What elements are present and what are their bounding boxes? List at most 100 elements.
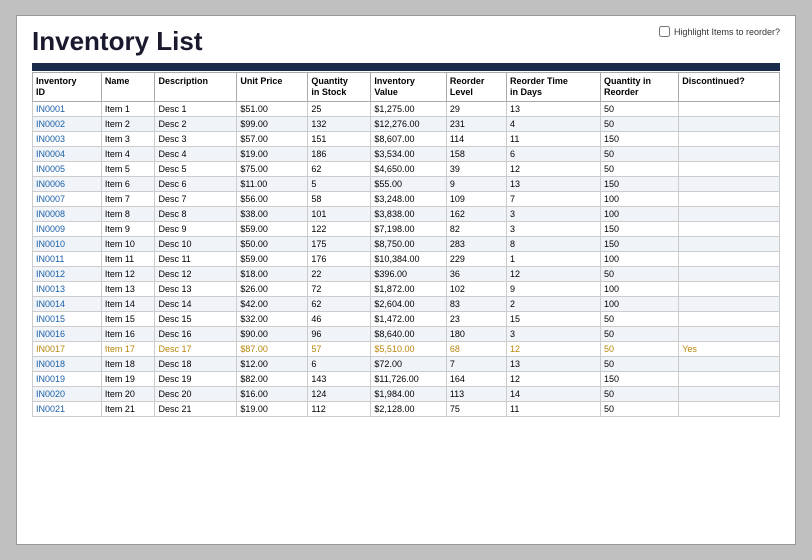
table-cell: 12	[506, 161, 600, 176]
table-cell: IN0020	[33, 386, 102, 401]
table-cell: Item 1	[101, 101, 155, 116]
table-cell: 50	[600, 311, 678, 326]
table-row: IN0021Item 21Desc 21$19.00112$2,128.0075…	[33, 401, 780, 416]
highlight-checkbox-input[interactable]	[659, 26, 670, 37]
table-cell: Item 20	[101, 386, 155, 401]
table-cell: Desc 6	[155, 176, 237, 191]
table-cell: Desc 4	[155, 146, 237, 161]
table-cell: IN0001	[33, 101, 102, 116]
table-cell: 39	[446, 161, 506, 176]
table-cell: 50	[600, 341, 678, 356]
table-cell: 72	[308, 281, 371, 296]
table-cell: $26.00	[237, 281, 308, 296]
table-cell: $7,198.00	[371, 221, 446, 236]
table-cell: Desc 12	[155, 266, 237, 281]
table-cell: $4,650.00	[371, 161, 446, 176]
table-row: IN0015Item 15Desc 15$32.0046$1,472.00231…	[33, 311, 780, 326]
table-cell: 158	[446, 146, 506, 161]
table-row: IN0005Item 5Desc 5$75.0062$4,650.0039125…	[33, 161, 780, 176]
table-cell: Desc 7	[155, 191, 237, 206]
table-cell: Item 3	[101, 131, 155, 146]
col-desc: Description	[155, 73, 237, 102]
table-cell: 50	[600, 386, 678, 401]
table-cell: IN0009	[33, 221, 102, 236]
table-cell: $2,604.00	[371, 296, 446, 311]
table-row: IN0003Item 3Desc 3$57.00151$8,607.001141…	[33, 131, 780, 146]
table-row: IN0007Item 7Desc 7$56.0058$3,248.0010971…	[33, 191, 780, 206]
table-cell: 112	[308, 401, 371, 416]
table-cell: 75	[446, 401, 506, 416]
table-cell: 22	[308, 266, 371, 281]
table-cell: IN0010	[33, 236, 102, 251]
table-cell: 3	[506, 221, 600, 236]
table-header-row: InventoryID Name Description Unit Price …	[33, 73, 780, 102]
table-cell: 109	[446, 191, 506, 206]
table-cell: 50	[600, 146, 678, 161]
table-cell: 13	[506, 101, 600, 116]
table-cell: 82	[446, 221, 506, 236]
table-cell: 132	[308, 116, 371, 131]
table-cell	[679, 401, 780, 416]
col-qty-reorder: Quantity inReorder	[600, 73, 678, 102]
table-cell: 23	[446, 311, 506, 326]
table-cell: Item 15	[101, 311, 155, 326]
table-row: IN0013Item 13Desc 13$26.0072$1,872.00102…	[33, 281, 780, 296]
table-row: IN0020Item 20Desc 20$16.00124$1,984.0011…	[33, 386, 780, 401]
table-cell: Item 5	[101, 161, 155, 176]
table-cell: Item 13	[101, 281, 155, 296]
table-cell: 122	[308, 221, 371, 236]
table-cell: $3,838.00	[371, 206, 446, 221]
table-cell: IN0011	[33, 251, 102, 266]
table-cell	[679, 386, 780, 401]
table-cell	[679, 236, 780, 251]
table-cell: Desc 5	[155, 161, 237, 176]
highlight-checkbox-label[interactable]: Highlight Items to reorder?	[659, 26, 780, 37]
table-row: IN0010Item 10Desc 10$50.00175$8,750.0028…	[33, 236, 780, 251]
col-inv-value: InventoryValue	[371, 73, 446, 102]
table-cell: $11.00	[237, 176, 308, 191]
table-cell: 7	[506, 191, 600, 206]
table-cell: $75.00	[237, 161, 308, 176]
col-reorder-level: ReorderLevel	[446, 73, 506, 102]
col-reorder-days: Reorder Timein Days	[506, 73, 600, 102]
table-cell: 68	[446, 341, 506, 356]
col-qty-stock: Quantityin Stock	[308, 73, 371, 102]
table-cell: $99.00	[237, 116, 308, 131]
table-cell: Item 18	[101, 356, 155, 371]
table-cell	[679, 266, 780, 281]
table-cell: 180	[446, 326, 506, 341]
table-cell: Desc 10	[155, 236, 237, 251]
table-cell: Item 10	[101, 236, 155, 251]
table-row: IN0002Item 2Desc 2$99.00132$12,276.00231…	[33, 116, 780, 131]
table-cell: $8,750.00	[371, 236, 446, 251]
table-cell	[679, 176, 780, 191]
table-cell: 283	[446, 236, 506, 251]
table-cell: Item 11	[101, 251, 155, 266]
table-cell: 100	[600, 191, 678, 206]
table-cell	[679, 101, 780, 116]
table-cell: 6	[308, 356, 371, 371]
table-cell: 164	[446, 371, 506, 386]
table-cell: 50	[600, 266, 678, 281]
table-cell: 175	[308, 236, 371, 251]
table-cell	[679, 281, 780, 296]
table-cell: Yes	[679, 341, 780, 356]
table-cell: IN0004	[33, 146, 102, 161]
table-cell	[679, 191, 780, 206]
dark-bar	[32, 63, 780, 71]
table-cell: $57.00	[237, 131, 308, 146]
table-cell	[679, 116, 780, 131]
table-cell	[679, 371, 780, 386]
table-cell: Item 2	[101, 116, 155, 131]
table-cell: 101	[308, 206, 371, 221]
table-cell: 100	[600, 296, 678, 311]
col-name: Name	[101, 73, 155, 102]
table-cell: IN0003	[33, 131, 102, 146]
main-window: Inventory List Highlight Items to reorde…	[16, 15, 796, 545]
table-row: IN0014Item 14Desc 14$42.0062$2,604.00832…	[33, 296, 780, 311]
table-cell	[679, 326, 780, 341]
table-cell: $59.00	[237, 251, 308, 266]
table-cell: 57	[308, 341, 371, 356]
table-cell: Desc 11	[155, 251, 237, 266]
table-cell: 50	[600, 326, 678, 341]
